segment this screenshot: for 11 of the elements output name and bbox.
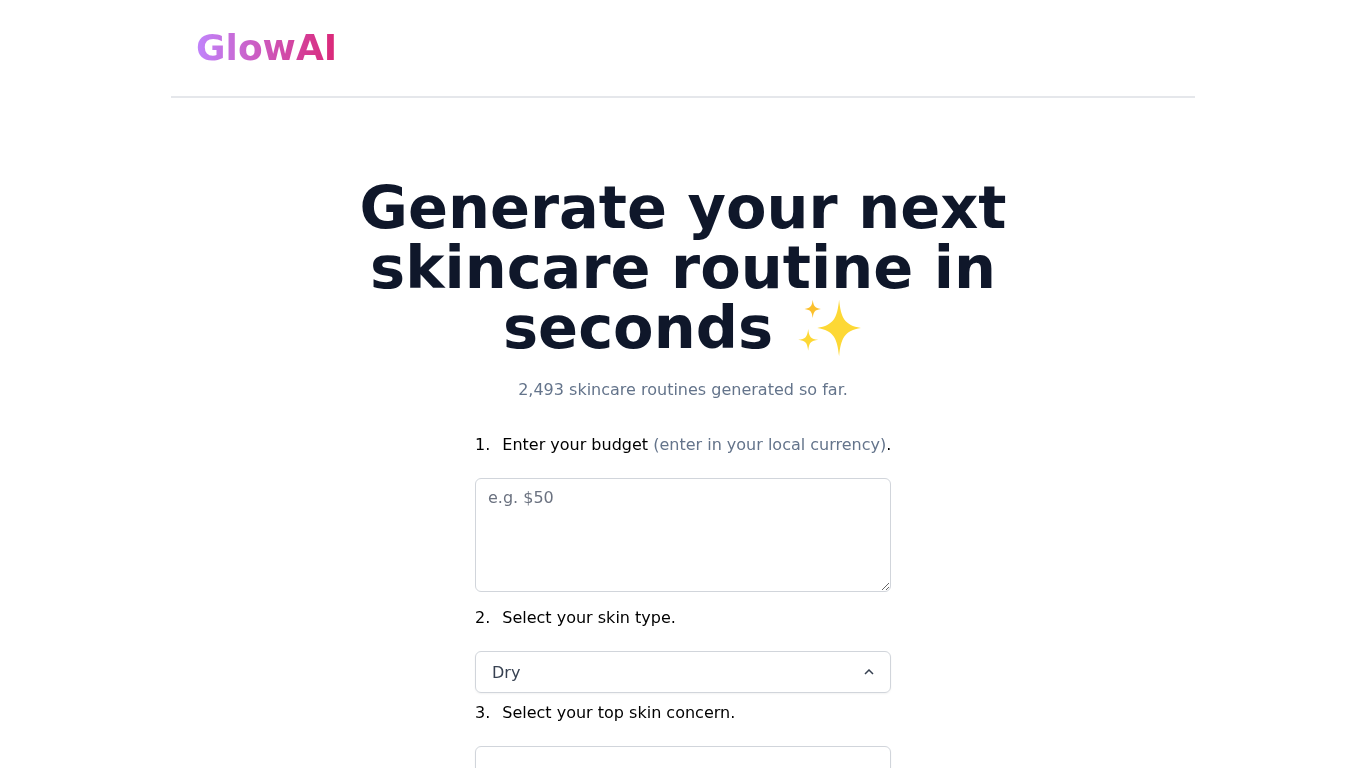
step-number: 2. <box>475 607 491 629</box>
select-value: Dry <box>492 662 521 682</box>
step-number: 1. <box>475 434 491 456</box>
step-number: 3. <box>475 702 491 724</box>
budget-field[interactable]: e.g. $50 <box>475 478 891 592</box>
step-label: Select your top skin concern. <box>502 702 736 724</box>
step-label: Select your skin type. <box>502 607 676 629</box>
select-field[interactable]: Dry <box>475 651 891 693</box>
routine-count: 2,493 skincare routines generated so far. <box>518 380 848 399</box>
hero-title: seconds <box>503 298 773 358</box>
step-label: Enter your budget (enter in your local currency). <box>502 434 892 456</box>
